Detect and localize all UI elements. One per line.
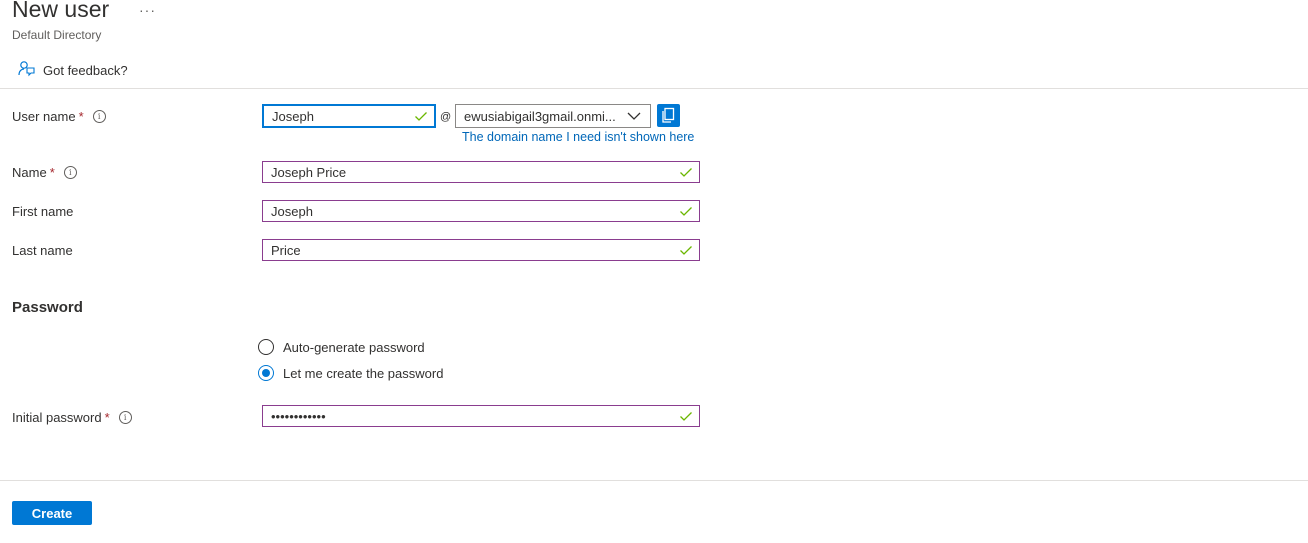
password-section-title: Password [12,299,83,316]
initial-password-label: Initial password * i [12,410,132,425]
radio-label: Auto-generate password [283,339,425,355]
info-icon[interactable]: i [118,411,132,424]
last-name-input[interactable]: Price [262,239,700,261]
info-icon[interactable]: i [63,166,77,179]
footer-divider [0,480,1308,481]
initial-password-input[interactable]: •••••••••••• [262,405,700,427]
first-name-input[interactable]: Joseph [262,200,700,222]
page-title: New user [12,0,110,22]
checkmark-icon [680,207,692,216]
name-label: Name * i [12,165,77,180]
page-subtitle: Default Directory [12,28,102,42]
more-options-icon[interactable]: ··· [139,2,156,18]
create-button[interactable]: Create [12,501,92,525]
copy-icon [662,107,675,123]
info-icon[interactable]: i [92,110,106,123]
chevron-down-icon [627,112,641,120]
auto-generate-radio[interactable]: Auto-generate password [258,339,425,355]
checkmark-icon [415,112,427,121]
username-label: User name * i [12,109,106,124]
name-input[interactable]: Joseph Price [262,161,700,183]
copy-button[interactable] [657,104,680,127]
at-sign: @ [440,111,452,123]
last-name-label: Last name [12,243,73,258]
header-divider [0,88,1308,89]
create-password-radio[interactable]: Let me create the password [258,365,443,381]
checkmark-icon [680,168,692,177]
first-name-label: First name [12,204,74,219]
domain-dropdown[interactable]: ewusiabigail3gmail.onmi... [455,104,651,128]
domain-not-shown-link[interactable]: The domain name I need isn't shown here [462,130,694,144]
checkmark-icon [680,412,692,421]
required-mark: * [78,109,84,124]
radio-button[interactable] [258,365,274,381]
required-mark: * [49,165,55,180]
radio-button[interactable] [258,339,274,355]
username-input[interactable]: Joseph [262,104,436,128]
feedback-label: Got feedback? [43,62,128,78]
feedback-icon [18,60,35,80]
feedback-button[interactable]: Got feedback? [18,60,128,80]
radio-label: Let me create the password [283,365,444,381]
checkmark-icon [680,246,692,255]
required-mark: * [104,410,110,425]
